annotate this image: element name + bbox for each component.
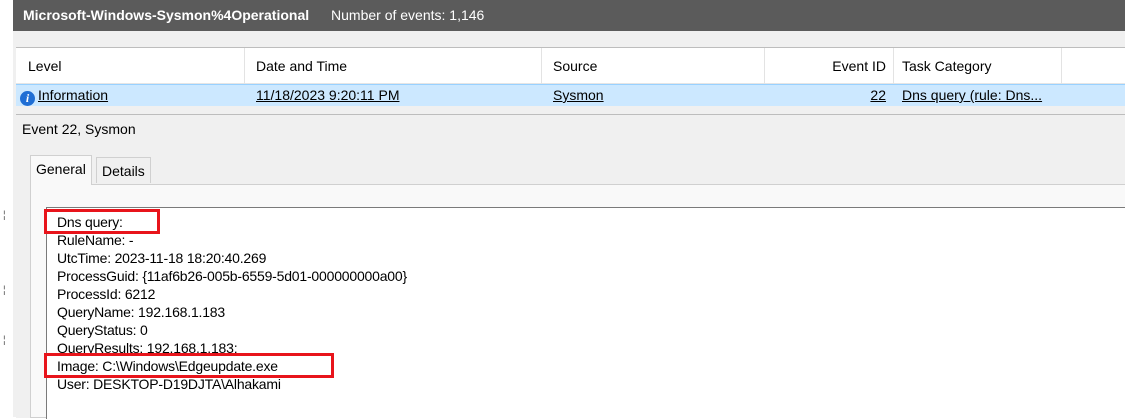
general-tab-panel: Dns query: RuleName: - UtcTime: 2023-11-… xyxy=(30,184,1125,419)
event-detail-pane: Event 22, Sysmon General Details Dns que… xyxy=(16,114,1125,419)
cell-event-id: 22 xyxy=(870,87,886,103)
description-line: QueryStatus: 0 xyxy=(57,322,148,338)
description-line: QueryName: 192.168.1.183 xyxy=(57,304,225,320)
cell-date-time: 11/18/2023 9:20:11 PM xyxy=(256,87,400,103)
highlight-box-image xyxy=(44,353,334,378)
event-count: Number of events: 1,146 xyxy=(331,7,485,23)
event-viewer-pane: Microsoft-Windows-Sysmon%4Operational Nu… xyxy=(13,0,1125,419)
splitter-mark: ¦ xyxy=(3,285,6,296)
column-header-row: Level Date and Time Source Event ID Task… xyxy=(16,48,1125,84)
cell-level: i Information xyxy=(20,85,108,106)
column-header-date-time[interactable]: Date and Time xyxy=(256,48,347,84)
log-header: Microsoft-Windows-Sysmon%4Operational Nu… xyxy=(13,0,1125,31)
tab-details[interactable]: Details xyxy=(96,157,151,183)
tab-general[interactable]: General xyxy=(30,155,92,185)
column-divider[interactable] xyxy=(1061,48,1062,84)
splitter-mark: ¦ xyxy=(3,210,6,221)
table-row[interactable]: i Information 11/18/2023 9:20:11 PM Sysmo… xyxy=(16,84,1125,106)
event-list: Level Date and Time Source Event ID Task… xyxy=(16,47,1125,106)
description-line: ProcessId: 6212 xyxy=(57,286,156,302)
log-name: Microsoft-Windows-Sysmon%4Operational xyxy=(23,7,310,23)
description-line: UtcTime: 2023-11-18 18:20:40.269 xyxy=(57,250,267,266)
level-text: Information xyxy=(38,87,109,103)
column-header-event-id[interactable]: Event ID xyxy=(820,48,886,84)
event-description-textbox[interactable]: Dns query: RuleName: - UtcTime: 2023-11-… xyxy=(44,207,1125,419)
column-divider[interactable] xyxy=(764,48,765,84)
description-line: ProcessGuid: {11af6b26-005b-6559-5d01-00… xyxy=(57,268,407,284)
event-detail-title: Event 22, Sysmon xyxy=(22,121,136,137)
splitter-mark: ¦ xyxy=(3,335,6,346)
cell-source: Sysmon xyxy=(553,87,604,103)
highlight-box-dns-query xyxy=(44,209,160,234)
column-header-task-category[interactable]: Task Category xyxy=(902,48,991,84)
left-pane-edge: ¦ ¦ ¦ xyxy=(0,0,14,417)
info-icon: i xyxy=(20,91,35,106)
column-divider[interactable] xyxy=(541,48,542,84)
column-header-level[interactable]: Level xyxy=(28,48,61,84)
column-divider[interactable] xyxy=(893,48,894,84)
cell-task-category: Dns query (rule: Dns... xyxy=(902,87,1043,103)
column-divider[interactable] xyxy=(244,48,245,84)
column-header-source[interactable]: Source xyxy=(553,48,597,84)
